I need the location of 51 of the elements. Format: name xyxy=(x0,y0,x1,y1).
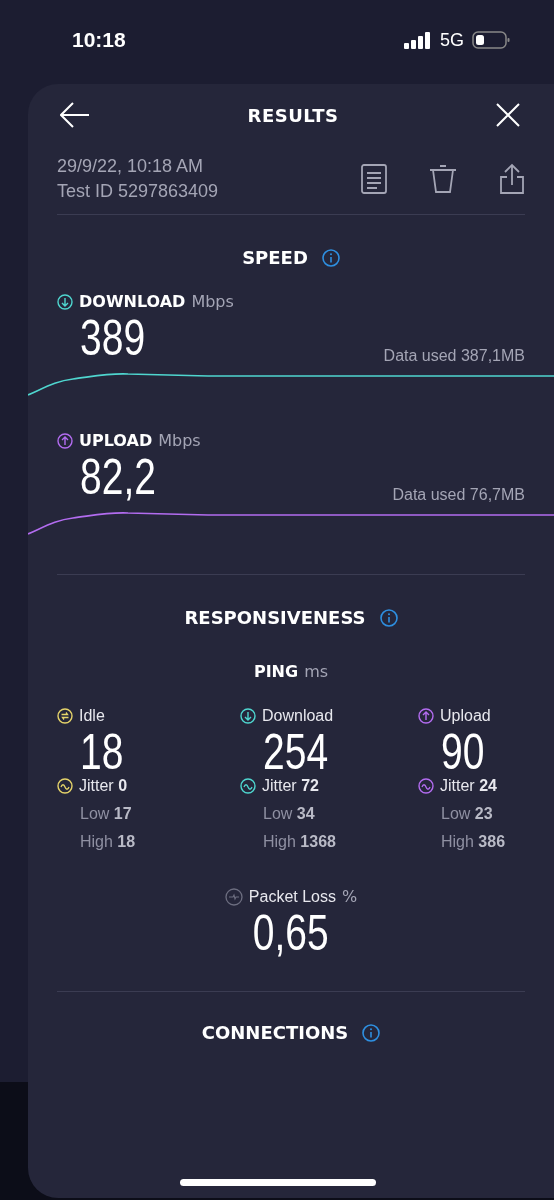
packet-loss-icon xyxy=(224,887,243,906)
section-title: SPEED xyxy=(242,247,308,268)
jitter-value: Jitter 72 xyxy=(262,777,319,795)
info-icon[interactable] xyxy=(321,248,340,267)
jitter-value: Jitter 0 xyxy=(79,777,128,795)
high-value: High 1368 xyxy=(262,833,337,851)
signal-icon xyxy=(404,31,432,49)
status-time: 10:18 xyxy=(72,28,126,52)
low-value: Low 23 xyxy=(440,805,494,823)
ping-label: Idle xyxy=(79,707,105,725)
ping-value: 18 xyxy=(80,725,124,780)
ping-value: 90 xyxy=(441,725,485,780)
metric-unit: Mbps xyxy=(158,431,201,450)
back-button[interactable] xyxy=(60,102,90,128)
data-used: Data used 76,7MB xyxy=(392,486,525,504)
ping-label: PING xyxy=(253,662,299,681)
close-button[interactable] xyxy=(496,103,520,127)
jitter-value: Jitter 24 xyxy=(440,777,497,795)
high-value: High 386 xyxy=(440,833,507,851)
battery-icon xyxy=(472,30,510,50)
packet-loss-unit: % xyxy=(341,887,358,906)
packet-loss-value: 0,65 xyxy=(253,906,329,961)
info-icon[interactable] xyxy=(379,608,398,627)
metric-value: 82,2 xyxy=(80,450,156,505)
share-icon[interactable] xyxy=(499,163,525,195)
ping-label: Download xyxy=(262,707,334,725)
high-value: High 18 xyxy=(79,833,137,851)
ping-unit: ms xyxy=(304,662,329,681)
jitter-icon xyxy=(240,778,256,794)
network-label: 5G xyxy=(440,29,464,51)
jitter-icon xyxy=(57,778,73,794)
test-date: 29/9/22, 10:18 AM xyxy=(57,156,205,177)
trash-icon[interactable] xyxy=(429,164,457,194)
test-id: Test ID 5297863409 xyxy=(57,181,219,202)
low-value: Low 34 xyxy=(262,805,316,823)
ping-value: 254 xyxy=(263,725,329,780)
metric-label: UPLOAD xyxy=(79,431,153,450)
ping-label: Upload xyxy=(440,707,491,725)
metric-label: DOWNLOAD xyxy=(79,292,186,311)
info-icon[interactable] xyxy=(362,1023,381,1042)
jitter-icon xyxy=(418,778,434,794)
data-used: Data used 387,1MB xyxy=(383,347,525,365)
screen-title: RESULTS xyxy=(247,104,339,126)
packet-loss-label: Packet Loss xyxy=(248,887,336,906)
metric-unit: Mbps xyxy=(191,292,234,311)
section-title: CONNECTIONS xyxy=(201,1022,349,1043)
idle-icon xyxy=(57,708,73,724)
document-icon[interactable] xyxy=(361,164,387,194)
section-title: RESPONSIVENESS xyxy=(184,607,366,628)
low-value: Low 17 xyxy=(79,805,133,823)
metric-value: 389 xyxy=(80,311,146,366)
